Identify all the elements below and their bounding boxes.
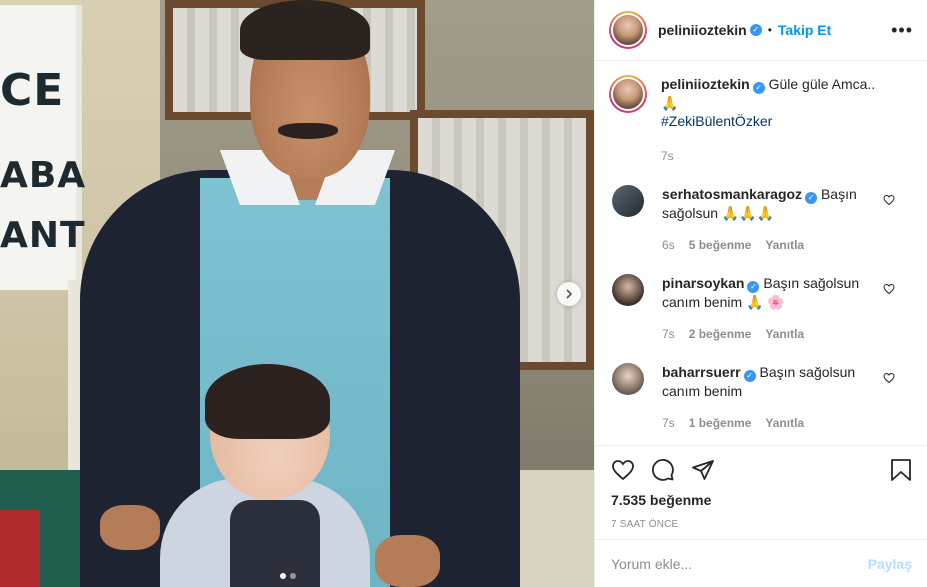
comment-username[interactable]: serhatosmankaragoz <box>662 186 802 202</box>
header-username[interactable]: peliniioztekin <box>658 22 747 38</box>
photo-man-mustache <box>278 123 338 139</box>
comment-item: baharrsuerr ✓ Başın sağolsun canım benim … <box>609 363 913 432</box>
comment-item: serhatosmankaragoz ✓ Başın sağolsun 🙏🙏🙏 6… <box>609 185 913 254</box>
heart-icon[interactable] <box>883 372 895 384</box>
verified-badge-icon: ✓ <box>743 370 756 382</box>
post-actions: 7.535 beğenme 7 SAAT ÖNCE <box>595 445 927 530</box>
carousel-dot <box>290 573 296 579</box>
photo-sign: CE ABA ANT <box>0 5 85 290</box>
caption-username[interactable]: peliniioztekin <box>661 76 750 92</box>
photo-hand <box>100 505 160 550</box>
photo-hand <box>375 535 440 587</box>
photo-baby-hair <box>205 364 330 439</box>
comment-likes[interactable]: 1 beğenme <box>689 414 752 432</box>
more-options-icon[interactable]: ••• <box>891 20 913 41</box>
comment-username[interactable]: baharrsuerr <box>662 364 741 380</box>
comment-input[interactable] <box>611 555 868 572</box>
reply-button[interactable]: Yanıtla <box>765 325 804 343</box>
post-comment-button[interactable]: Paylaş <box>868 556 912 572</box>
comment-item: pinarsoykan ✓ Başın sağolsun canım benim … <box>609 274 913 343</box>
post-photo[interactable]: CE ABA ANT <box>0 0 594 587</box>
verified-badge-icon: ✓ <box>805 192 818 204</box>
post-side-panel: peliniioztekin ✓ • Takip Et ••• peliniio… <box>594 0 927 587</box>
caption-time[interactable]: 7s <box>661 147 674 165</box>
avatar[interactable] <box>609 11 647 49</box>
comment-time[interactable]: 6s <box>662 236 675 254</box>
verified-badge-icon: ✓ <box>752 82 765 94</box>
header-separator: • <box>767 23 772 37</box>
avatar-image <box>611 13 645 47</box>
post-modal: CE ABA ANT peliniioztekin ✓ • Takip Et •… <box>0 0 927 587</box>
like-count[interactable]: 7.535 beğenme <box>611 492 912 508</box>
comment-icon[interactable] <box>651 458 675 482</box>
comment-time[interactable]: 7s <box>662 325 675 343</box>
photo-baby-vest <box>230 500 320 587</box>
comment-likes[interactable]: 5 beğenme <box>689 236 752 254</box>
comments-list: peliniioztekin ✓ Güle güle Amca.. 🙏 #Zeki… <box>595 61 927 443</box>
comment-username[interactable]: pinarsoykan <box>662 275 744 291</box>
caption: peliniioztekin ✓ Güle güle Amca.. 🙏 #Zeki… <box>609 75 913 165</box>
comment-likes[interactable]: 2 beğenme <box>689 325 752 343</box>
verified-badge-icon: ✓ <box>749 24 762 36</box>
heart-icon[interactable] <box>611 458 635 482</box>
reply-button[interactable]: Yanıtla <box>765 414 804 432</box>
carousel-next-button[interactable] <box>557 282 581 306</box>
add-comment-bar: Paylaş <box>595 539 927 587</box>
avatar[interactable] <box>612 363 644 395</box>
photo-man-hair <box>240 0 370 60</box>
avatar[interactable] <box>612 274 644 306</box>
avatar[interactable] <box>612 185 644 217</box>
share-icon[interactable] <box>691 458 715 482</box>
post-timestamp[interactable]: 7 SAAT ÖNCE <box>611 519 912 530</box>
verified-badge-icon: ✓ <box>747 281 760 293</box>
follow-button[interactable]: Takip Et <box>778 22 831 38</box>
reply-button[interactable]: Yanıtla <box>765 236 804 254</box>
carousel-dot-active <box>280 573 286 579</box>
heart-icon[interactable] <box>883 194 895 206</box>
carousel-indicator <box>280 573 296 579</box>
comment-time[interactable]: 7s <box>662 414 675 432</box>
photo-red-object <box>0 510 40 587</box>
post-header: peliniioztekin ✓ • Takip Et ••• <box>595 0 927 61</box>
caption-hashtag[interactable]: #ZekiBülentÖzker <box>661 113 772 129</box>
avatar-image <box>611 77 645 111</box>
heart-icon[interactable] <box>883 283 895 295</box>
chevron-right-icon <box>566 289 573 299</box>
avatar[interactable] <box>609 75 647 113</box>
bookmark-icon[interactable] <box>890 458 912 482</box>
